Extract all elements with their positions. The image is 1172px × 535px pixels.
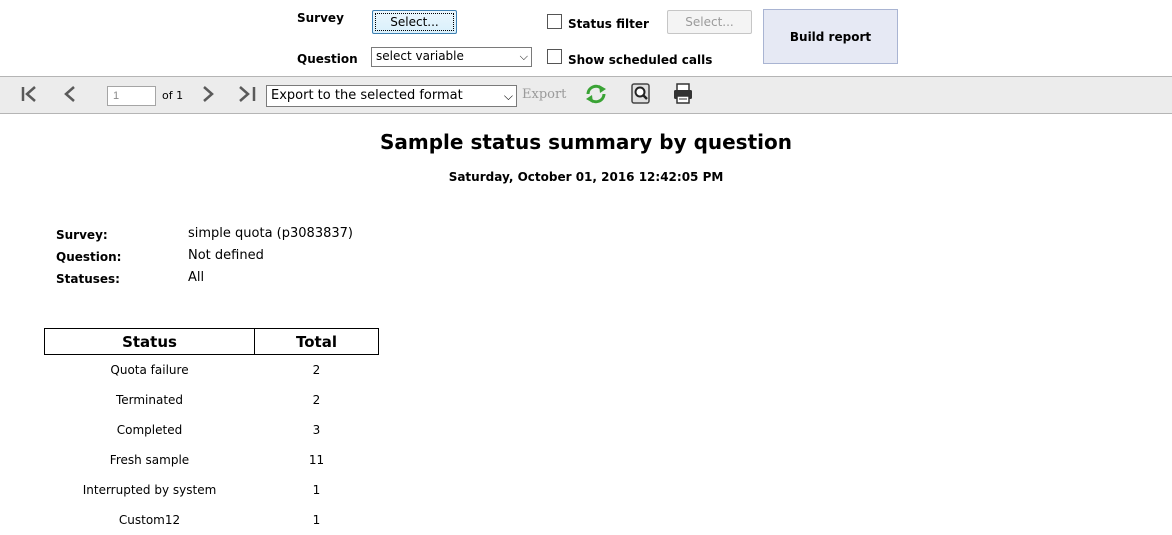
total-cell: 3	[312, 422, 321, 437]
status-filter-select-button[interactable]: Select...	[667, 10, 752, 34]
total-cell: 1	[312, 512, 321, 527]
zoom-icon[interactable]	[630, 82, 652, 112]
table-header-row: Status Total	[44, 328, 379, 355]
survey-select-button[interactable]: Select...	[372, 10, 457, 34]
total-cell: 2	[312, 392, 321, 407]
show-scheduled-checkbox[interactable]	[547, 49, 562, 64]
status-cell: Fresh sample	[109, 452, 190, 467]
export-format-value: Export to the selected format	[271, 88, 463, 103]
total-cell: 2	[312, 362, 321, 377]
first-page-icon[interactable]	[20, 83, 40, 111]
status-cell: Completed	[116, 422, 183, 437]
status-cell: Terminated	[115, 392, 184, 407]
chevron-down-icon: ⌵	[519, 50, 528, 63]
status-cell: Quota failure	[110, 362, 189, 377]
build-report-button[interactable]: Build report	[763, 9, 898, 64]
status-cell: Custom12	[118, 512, 181, 527]
table-row: Interrupted by system 1	[45, 475, 379, 505]
status-filter-checkbox[interactable]	[547, 14, 562, 29]
print-icon[interactable]	[672, 82, 694, 112]
meta-question-label: Question:	[56, 250, 122, 264]
total-column-header: Total	[254, 328, 379, 355]
prev-page-icon[interactable]	[60, 83, 80, 111]
meta-survey-label: Survey:	[56, 228, 108, 242]
question-label: Question	[297, 52, 358, 66]
export-format-select[interactable]: Export to the selected format ⌵	[266, 85, 517, 107]
table-row: Completed 3	[45, 415, 379, 445]
export-link[interactable]: Export	[522, 87, 566, 102]
meta-statuses-label: Statuses:	[56, 272, 120, 286]
status-column-header: Status	[44, 328, 255, 355]
filter-panel: Survey Select... Question select variabl…	[0, 0, 1172, 72]
total-cell: 1	[312, 482, 321, 497]
survey-label: Survey	[297, 11, 344, 25]
table-row: Fresh sample 11	[45, 445, 379, 475]
status-cell: Interrupted by system	[82, 482, 217, 497]
page-number-input[interactable]	[107, 86, 156, 106]
meta-statuses-value: All	[188, 270, 205, 285]
table-row: Quota failure 2	[45, 355, 379, 385]
report-date: Saturday, October 01, 2016 12:42:05 PM	[448, 170, 724, 184]
report-toolbar: of 1 Export to the selected format ⌵ Exp…	[0, 76, 1172, 114]
table-row: Custom12 1	[45, 505, 379, 535]
question-select-value: select variable	[376, 49, 464, 63]
last-page-icon[interactable]	[236, 83, 260, 111]
status-summary-table: Status Total Quota failure 2 Terminated …	[44, 328, 379, 535]
table-row: Terminated 2	[45, 385, 379, 415]
refresh-icon[interactable]	[584, 82, 608, 112]
status-filter-label: Status filter	[568, 17, 649, 31]
page-count: of 1	[162, 89, 184, 102]
chevron-down-icon: ⌵	[503, 89, 513, 103]
report-title: Sample status summary by question	[380, 130, 792, 154]
meta-question-value: Not defined	[188, 248, 264, 263]
show-scheduled-label: Show scheduled calls	[568, 53, 713, 67]
meta-survey-value: simple quota (p3083837)	[188, 226, 353, 241]
question-select[interactable]: select variable ⌵	[371, 47, 532, 67]
next-page-icon[interactable]	[198, 83, 218, 111]
total-cell: 11	[308, 452, 325, 467]
